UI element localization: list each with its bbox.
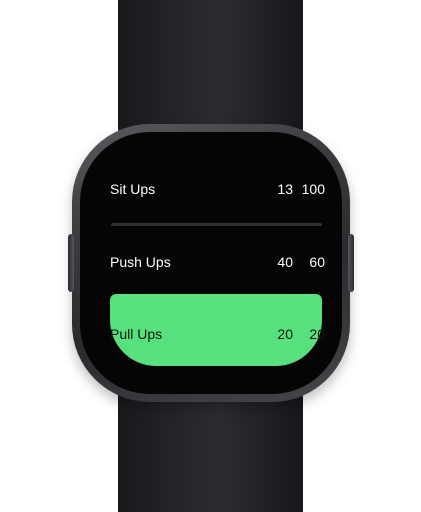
exercise-row-sit-ups[interactable]: Sit Ups 13 100: [110, 169, 325, 209]
watch-side-button-left[interactable]: [68, 234, 74, 292]
exercise-value-2: 20: [309, 326, 325, 342]
watch-screen: Sit Ups 13 100 Push Ups 40 60 Pull Ups 2…: [80, 132, 342, 394]
exercise-name: Sit Ups: [110, 181, 156, 197]
exercise-value-1: 20: [277, 326, 293, 342]
exercise-value-2: 100: [301, 181, 325, 197]
list-divider: [111, 223, 322, 226]
exercise-list: Sit Ups 13 100 Push Ups 40 60 Pull Ups 2…: [80, 132, 342, 394]
watch-mockup: Sit Ups 13 100 Push Ups 40 60 Pull Ups 2…: [0, 0, 421, 512]
watch-strap-top: [118, 0, 303, 140]
exercise-name: Pull Ups: [110, 326, 163, 342]
exercise-name: Push Ups: [110, 254, 171, 270]
exercise-value-1: 40: [277, 254, 293, 270]
exercise-value-2: 60: [309, 254, 325, 270]
watch-side-button-right[interactable]: [348, 234, 354, 292]
exercise-value-1: 13: [277, 181, 293, 197]
exercise-row-pull-ups[interactable]: Pull Ups 20 20: [110, 314, 325, 354]
exercise-row-push-ups[interactable]: Push Ups 40 60: [110, 242, 325, 282]
